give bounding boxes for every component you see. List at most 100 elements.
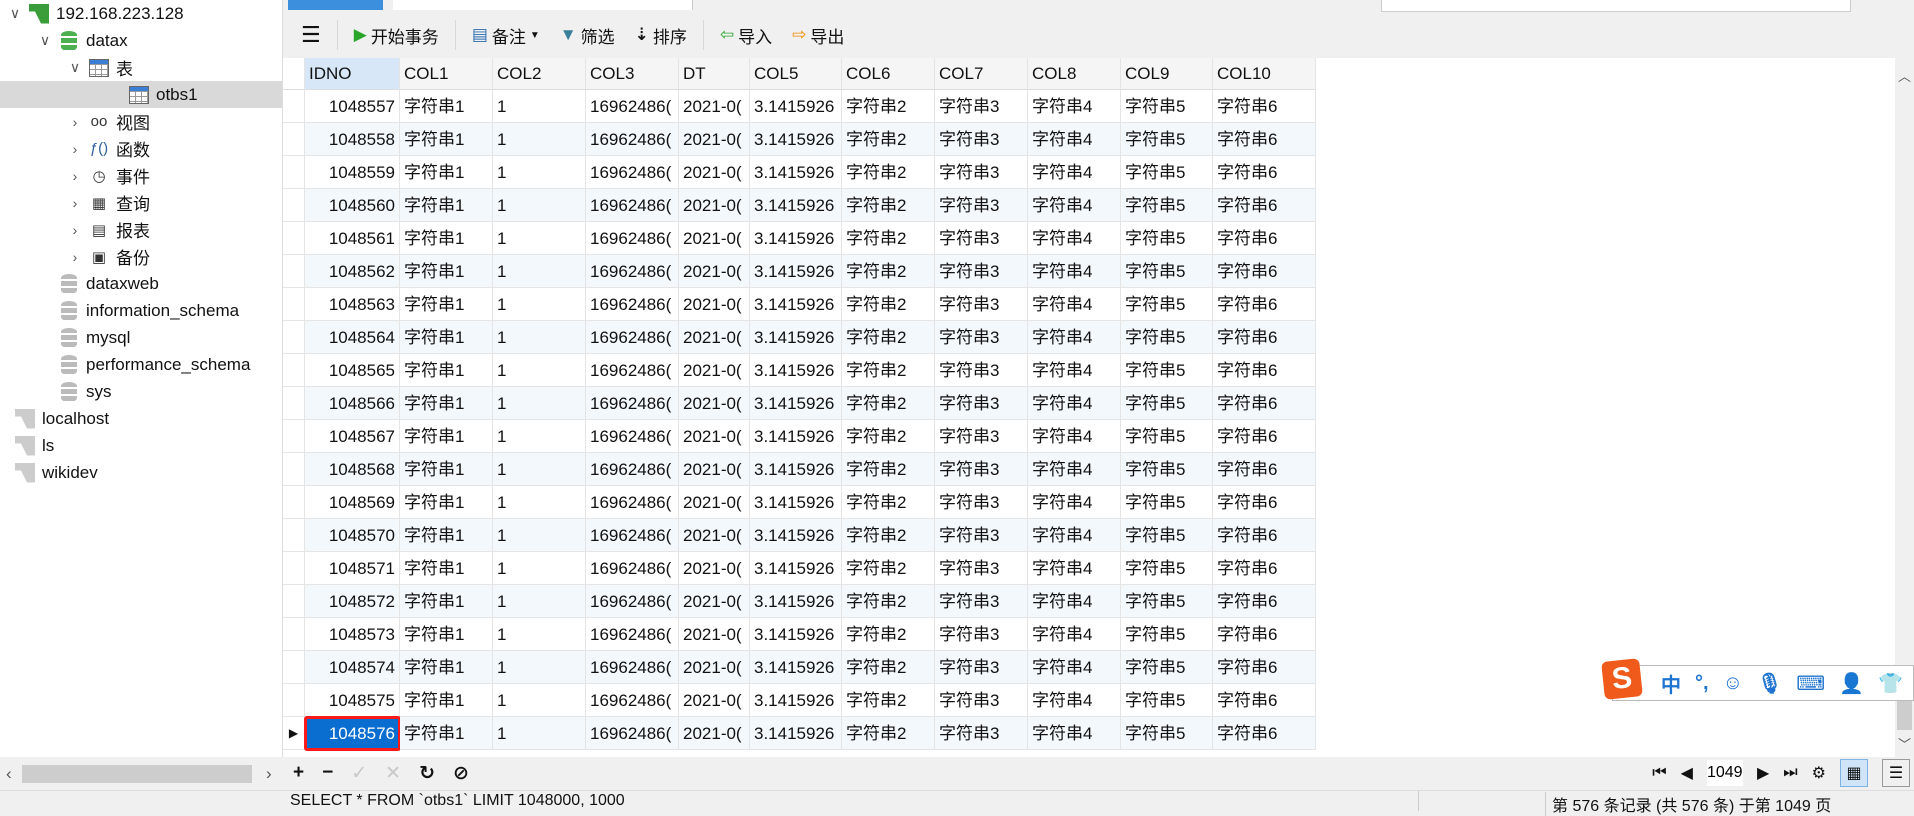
stop-button[interactable]: ⊘	[453, 762, 469, 785]
filter-button[interactable]: ▼ 筛选	[552, 19, 623, 52]
cell-col8[interactable]: 字符串4	[1028, 90, 1121, 123]
add-record-button[interactable]: +	[293, 762, 304, 784]
cell-idno[interactable]: 1048559	[305, 156, 400, 189]
first-page-icon[interactable]: ⏮	[1652, 764, 1666, 782]
cell-col3[interactable]: 16962486(	[586, 552, 679, 585]
cell-col5[interactable]: 3.1415926	[750, 156, 842, 189]
scrollbar-thumb[interactable]	[1897, 700, 1912, 730]
cell-dt[interactable]: 2021-0(	[679, 519, 750, 552]
cell-col5[interactable]: 3.1415926	[750, 486, 842, 519]
apply-changes-button[interactable]: ✓	[351, 762, 367, 785]
cell-dt[interactable]: 2021-0(	[679, 453, 750, 486]
cell-dt[interactable]: 2021-0(	[679, 288, 750, 321]
chevron-right-icon[interactable]: ›	[68, 141, 82, 157]
cell-col1[interactable]: 字符串1	[400, 618, 493, 651]
cell-col10[interactable]: 字符串6	[1213, 453, 1316, 486]
cell-col9[interactable]: 字符串5	[1121, 156, 1213, 189]
column-header-col10[interactable]: COL10	[1213, 58, 1316, 90]
tree-item-wikidev[interactable]: wikidev	[0, 459, 282, 486]
emoji-icon[interactable]: ☺	[1723, 672, 1743, 695]
cell-col7[interactable]: 字符串3	[935, 453, 1028, 486]
cell-col5[interactable]: 3.1415926	[750, 684, 842, 717]
cell-col6[interactable]: 字符串2	[842, 684, 935, 717]
cell-col10[interactable]: 字符串6	[1213, 222, 1316, 255]
cell-dt[interactable]: 2021-0(	[679, 90, 750, 123]
cell-col1[interactable]: 字符串1	[400, 585, 493, 618]
cell-col2[interactable]: 1	[493, 453, 586, 486]
grid-view-button[interactable]: ▦	[1840, 759, 1868, 787]
cell-col1[interactable]: 字符串1	[400, 321, 493, 354]
cell-col6[interactable]: 字符串2	[842, 321, 935, 354]
cell-col10[interactable]: 字符串6	[1213, 288, 1316, 321]
header-corner[interactable]	[283, 58, 305, 90]
cell-col6[interactable]: 字符串2	[842, 354, 935, 387]
cell-col5[interactable]: 3.1415926	[750, 288, 842, 321]
tree-item-otbs1[interactable]: otbs1	[0, 81, 282, 108]
cell-col5[interactable]: 3.1415926	[750, 321, 842, 354]
cell-col7[interactable]: 字符串3	[935, 585, 1028, 618]
cell-col6[interactable]: 字符串2	[842, 255, 935, 288]
cell-col3[interactable]: 16962486(	[586, 420, 679, 453]
chevron-right-icon[interactable]: ›	[68, 168, 82, 184]
cell-col2[interactable]: 1	[493, 486, 586, 519]
table-row[interactable]: 1048567 字符串1 1 16962486(2021-0(3.1415926 字符串…	[283, 420, 1316, 453]
cell-col7[interactable]: 字符串3	[935, 288, 1028, 321]
cell-col2[interactable]: 1	[493, 123, 586, 156]
export-button[interactable]: ⇨ 导出	[784, 19, 852, 52]
cell-col7[interactable]: 字符串3	[935, 222, 1028, 255]
next-page-icon[interactable]: ▶	[1757, 763, 1769, 783]
cell-col7[interactable]: 字符串3	[935, 684, 1028, 717]
tree-item-192-168-223-128[interactable]: ∨ 192.168.223.128	[0, 0, 282, 27]
chevron-down-icon[interactable]: ▼	[530, 30, 540, 41]
cell-idno[interactable]: 1048573	[305, 618, 400, 651]
cell-col7[interactable]: 字符串3	[935, 387, 1028, 420]
column-header-idno[interactable]: IDNO	[305, 58, 400, 90]
cell-col8[interactable]: 字符串4	[1028, 255, 1121, 288]
cell-col9[interactable]: 字符串5	[1121, 519, 1213, 552]
cell-idno[interactable]: 1048566	[305, 387, 400, 420]
search-box[interactable]	[1381, 0, 1851, 12]
cell-col9[interactable]: 字符串5	[1121, 288, 1213, 321]
cell-col6[interactable]: 字符串2	[842, 288, 935, 321]
tree-item-information-schema[interactable]: information_schema	[0, 297, 282, 324]
cell-col1[interactable]: 字符串1	[400, 156, 493, 189]
chevron-right-icon[interactable]: ›	[68, 249, 82, 265]
tree-item-mysql[interactable]: mysql	[0, 324, 282, 351]
cell-col9[interactable]: 字符串5	[1121, 618, 1213, 651]
cell-col5[interactable]: 3.1415926	[750, 585, 842, 618]
cell-col7[interactable]: 字符串3	[935, 255, 1028, 288]
row-indicator[interactable]	[283, 618, 305, 651]
gear-icon[interactable]: ⚙	[1812, 763, 1826, 783]
table-row[interactable]: 1048561 字符串1 1 16962486(2021-0(3.1415926 字符串…	[283, 222, 1316, 255]
table-row[interactable]: 1048570 字符串1 1 16962486(2021-0(3.1415926 字符串…	[283, 519, 1316, 552]
cell-col10[interactable]: 字符串6	[1213, 156, 1316, 189]
cell-dt[interactable]: 2021-0(	[679, 354, 750, 387]
cell-col10[interactable]: 字符串6	[1213, 486, 1316, 519]
cell-col10[interactable]: 字符串6	[1213, 651, 1316, 684]
cell-col7[interactable]: 字符串3	[935, 552, 1028, 585]
microphone-icon[interactable]: 🎙	[1757, 671, 1782, 696]
cell-idno[interactable]: 1048568	[305, 453, 400, 486]
cell-dt[interactable]: 2021-0(	[679, 222, 750, 255]
cell-col1[interactable]: 字符串1	[400, 486, 493, 519]
delete-record-button[interactable]: −	[322, 762, 333, 784]
cell-col2[interactable]: 1	[493, 684, 586, 717]
cell-dt[interactable]: 2021-0(	[679, 255, 750, 288]
cell-col9[interactable]: 字符串5	[1121, 387, 1213, 420]
cell-col8[interactable]: 字符串4	[1028, 684, 1121, 717]
table-row[interactable]: 1048557 字符串1 1 16962486(2021-0(3.1415926 字符串…	[283, 90, 1316, 123]
row-indicator[interactable]	[283, 90, 305, 123]
cell-col2[interactable]: 1	[493, 90, 586, 123]
chevron-down-icon[interactable]: ∨	[8, 5, 22, 22]
cell-col9[interactable]: 字符串5	[1121, 321, 1213, 354]
cell-idno[interactable]: 1048567	[305, 420, 400, 453]
sogou-logo[interactable]: S	[1601, 658, 1643, 700]
cell-col8[interactable]: 字符串4	[1028, 453, 1121, 486]
tree-item--[interactable]: › ƒ() 函数	[0, 135, 282, 162]
cell-col10[interactable]: 字符串6	[1213, 552, 1316, 585]
last-page-icon[interactable]: ⏭	[1783, 764, 1797, 782]
scrollbar-thumb[interactable]	[22, 765, 252, 783]
row-indicator[interactable]	[283, 684, 305, 717]
column-header-dt[interactable]: DT	[679, 58, 750, 90]
cell-col1[interactable]: 字符串1	[400, 651, 493, 684]
